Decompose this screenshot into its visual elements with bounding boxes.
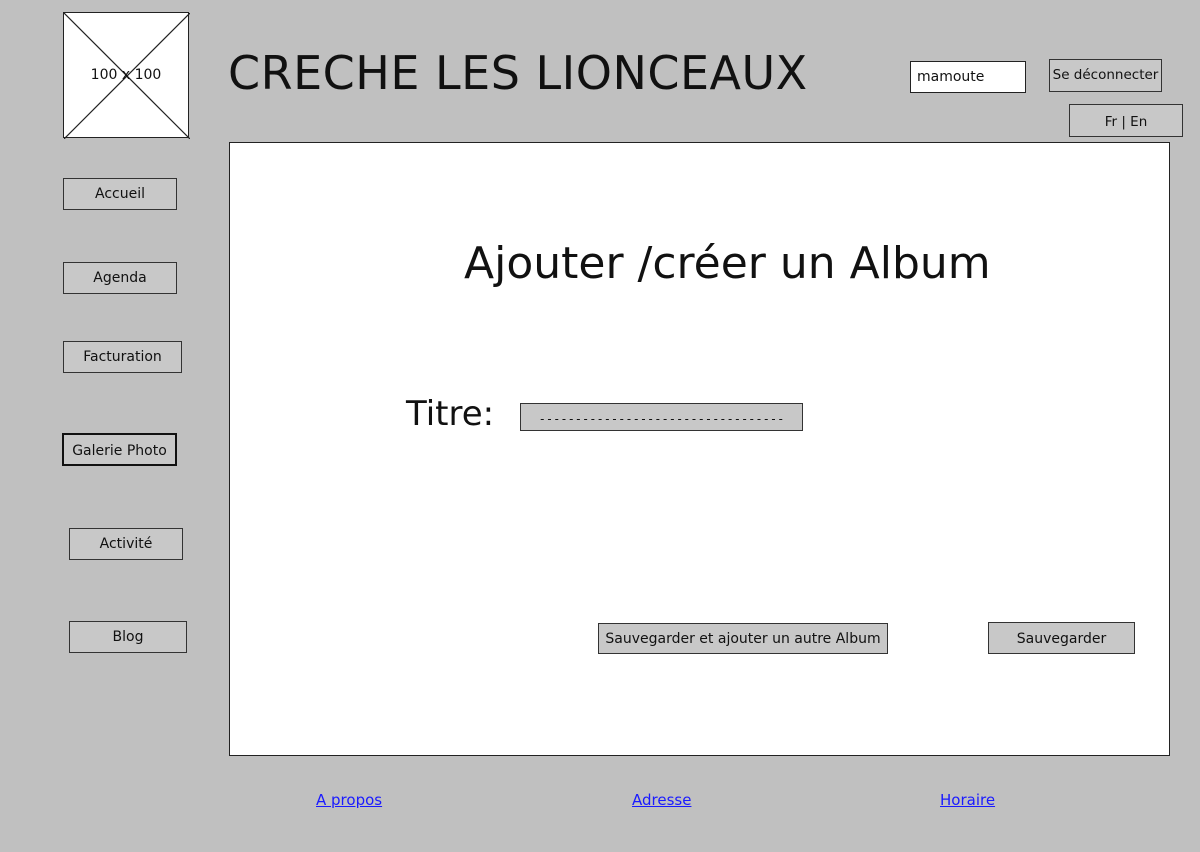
site-title: CRECHE LES LIONCEAUX <box>228 46 808 100</box>
page-title: Ajouter /créer un Album <box>464 238 991 289</box>
logo-placeholder-label: 100 x 100 <box>90 67 162 83</box>
username-field[interactable]: mamoute <box>910 61 1026 93</box>
sidebar-item-agenda[interactable]: Agenda <box>63 262 177 294</box>
footer-link-horaire[interactable]: Horaire <box>940 791 995 809</box>
language-switch-button[interactable]: Fr | En <box>1069 104 1183 137</box>
sidebar-item-blog[interactable]: Blog <box>69 621 187 653</box>
sidebar-item-facturation[interactable]: Facturation <box>63 341 182 373</box>
footer-link-a-propos[interactable]: A propos <box>316 791 382 809</box>
save-button[interactable]: Sauvegarder <box>988 622 1135 654</box>
main-content-panel <box>229 142 1170 756</box>
save-and-add-album-button[interactable]: Sauvegarder et ajouter un autre Album <box>598 623 888 654</box>
logo-placeholder: 100 x 100 <box>63 12 190 139</box>
logout-button[interactable]: Se déconnecter <box>1049 59 1162 92</box>
album-title-input[interactable]: ---------------------------------- <box>520 403 803 431</box>
title-field-label: Titre: <box>406 394 495 434</box>
sidebar-item-activite[interactable]: Activité <box>69 528 183 560</box>
sidebar-item-accueil[interactable]: Accueil <box>63 178 177 210</box>
sidebar-item-galerie-photo[interactable]: Galerie Photo <box>62 433 177 466</box>
footer-link-adresse[interactable]: Adresse <box>632 791 691 809</box>
